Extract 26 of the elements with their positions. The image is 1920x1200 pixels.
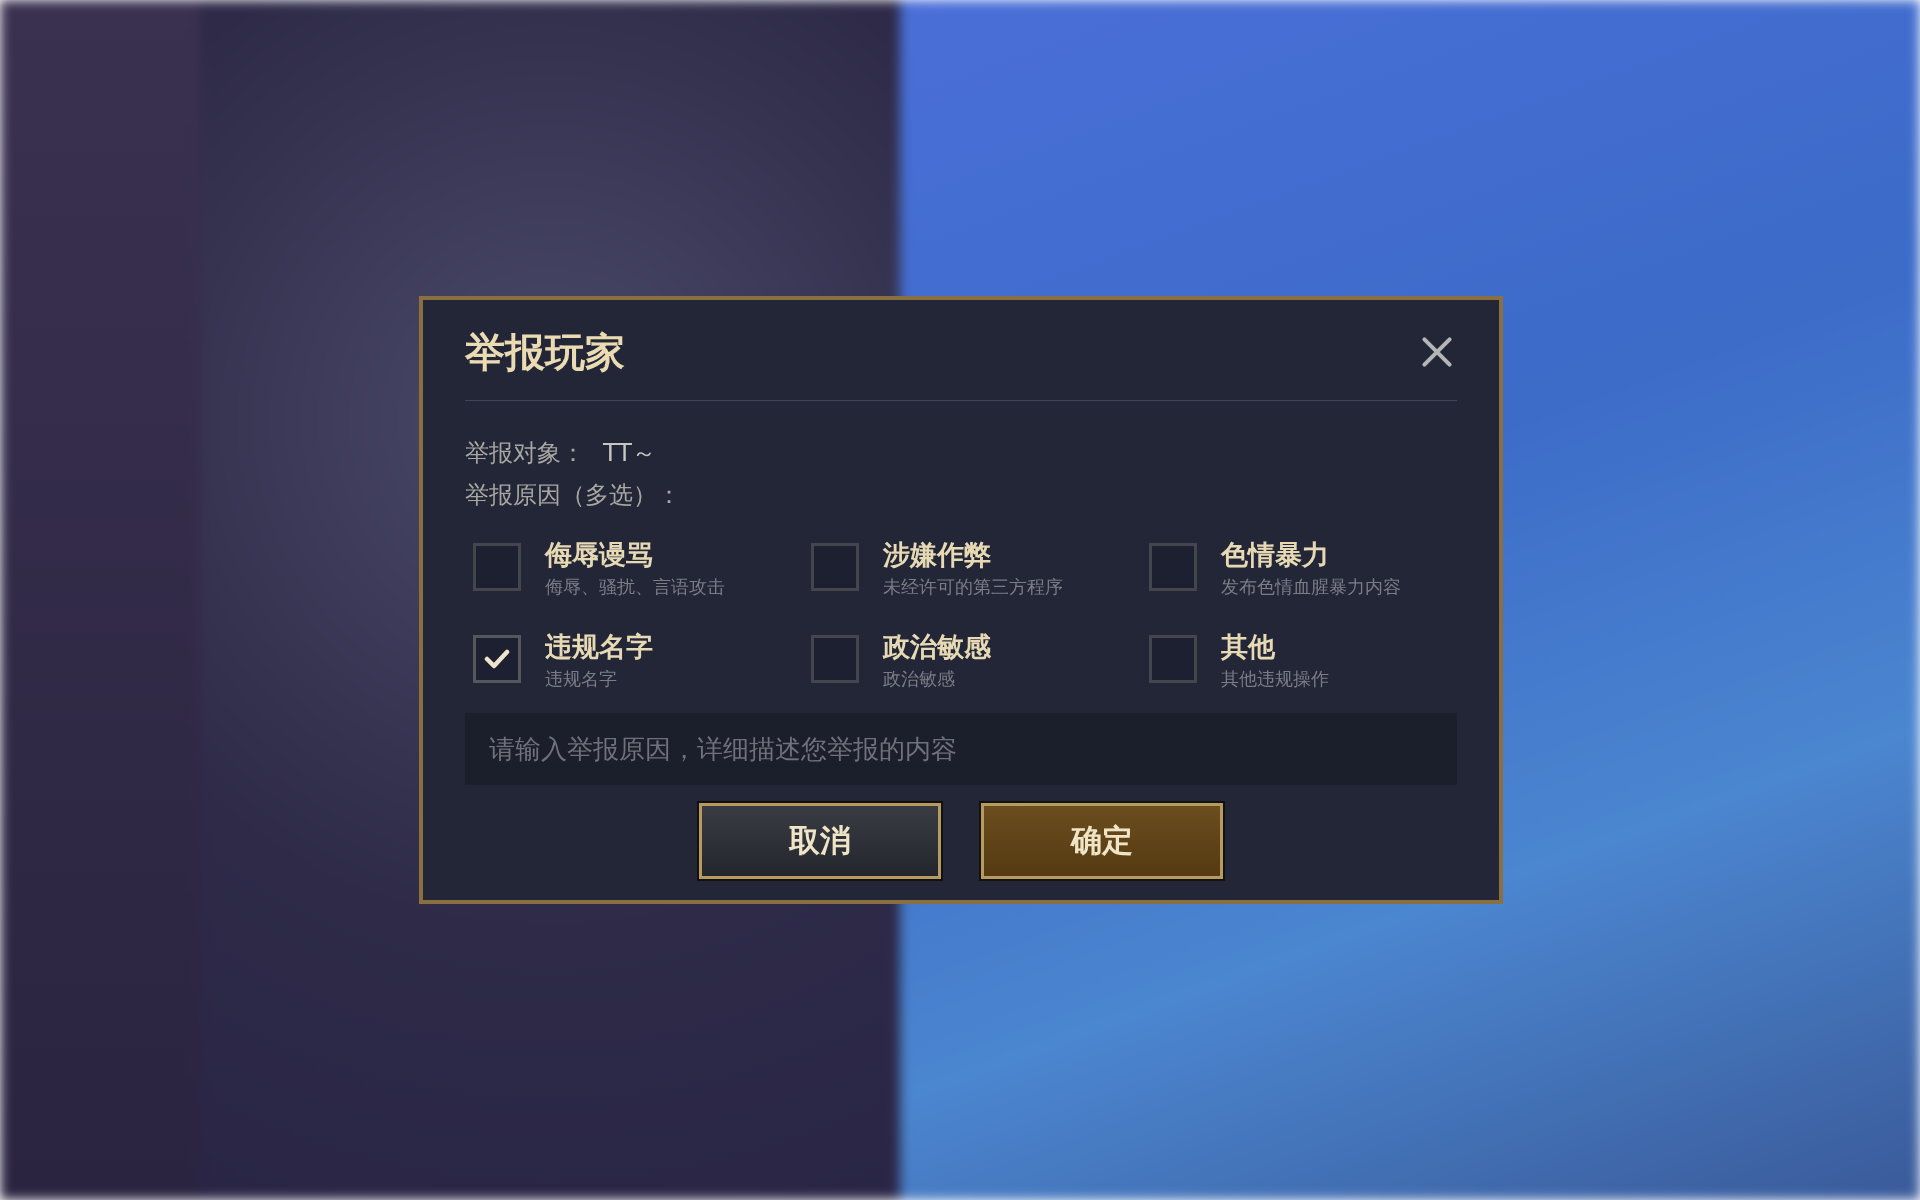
- reason-title: 侮辱谩骂: [545, 538, 654, 572]
- reason-description: 侮辱、骚扰、言语攻击: [545, 575, 725, 599]
- reason-description: 其他违规操作: [1221, 667, 1329, 691]
- reason-description: 未经许可的第三方程序: [883, 575, 1063, 599]
- checkbox[interactable]: [1149, 635, 1197, 683]
- reason-description: 违规名字: [545, 667, 618, 691]
- report-target-name: TT～: [603, 438, 656, 469]
- reason-title: 政治敏感: [883, 630, 991, 664]
- checkbox[interactable]: [811, 635, 859, 683]
- confirm-button[interactable]: 确定: [981, 803, 1223, 879]
- dialog-title: 举报玩家: [465, 327, 625, 377]
- reason-title: 涉嫌作弊: [883, 538, 992, 572]
- cancel-button[interactable]: 取消: [699, 803, 941, 879]
- report-target-label: 举报对象：: [465, 438, 585, 469]
- reason-description: 发布色情血腥暴力内容: [1221, 575, 1401, 599]
- reason-title: 色情暴力: [1221, 538, 1330, 572]
- close-icon[interactable]: [1419, 334, 1455, 370]
- checkbox[interactable]: [811, 543, 859, 591]
- reason-title: 违规名字: [545, 630, 653, 664]
- checkbox[interactable]: [473, 635, 521, 683]
- reason-input-field[interactable]: 请输入举报原因，详细描述您举报的内容: [465, 713, 1457, 785]
- checkbox[interactable]: [1149, 543, 1197, 591]
- checkbox[interactable]: [473, 543, 521, 591]
- reason-description: 政治敏感: [883, 667, 956, 691]
- report-reasons-label: 举报原因（多选）：: [465, 480, 681, 511]
- reason-title: 其他: [1221, 630, 1276, 664]
